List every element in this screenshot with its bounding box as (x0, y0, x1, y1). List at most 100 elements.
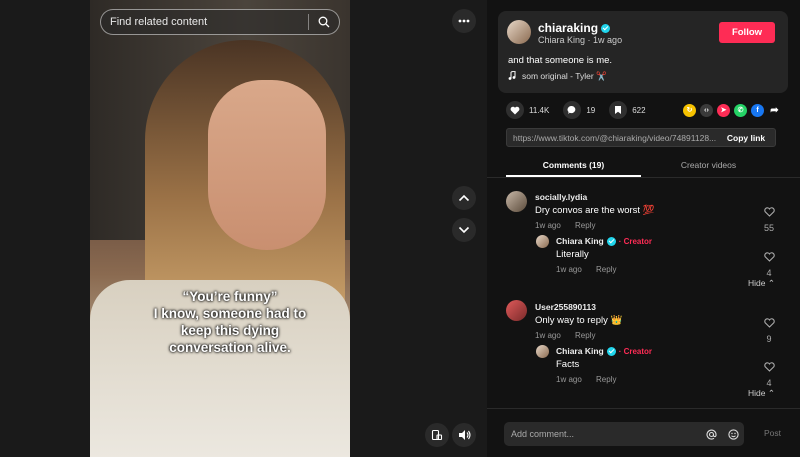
reply-author-row[interactable]: Chiara King · Creator (556, 236, 652, 246)
hide-replies-button[interactable]: Hide ⌃ (748, 278, 775, 289)
reply-author-avatar[interactable] (536, 345, 549, 358)
like-action[interactable]: 11.4K (506, 101, 549, 119)
panel-tabs: Comments (19) Creator videos (506, 155, 776, 177)
comment-text: Dry convos are the worst 💯 (535, 205, 655, 216)
repost-icon[interactable]: ↻ (683, 103, 696, 117)
author-avatar[interactable] (507, 20, 531, 44)
author-display-name: Chiara King (538, 35, 586, 45)
reply-button[interactable]: Reply (575, 331, 595, 340)
reply-text: Literally (556, 249, 589, 260)
next-video-chevron-down-icon[interactable] (452, 218, 476, 242)
reply-text: Facts (556, 359, 580, 370)
comment-like-count: 55 (763, 223, 774, 233)
heart-outline-icon[interactable] (763, 252, 775, 262)
author-subline: Chiara King · 1w ago (538, 35, 622, 45)
reply-author-name[interactable]: Chiara King (556, 346, 604, 356)
music-row[interactable]: som original - Tyler ✂️ (508, 70, 607, 82)
reply-button[interactable]: Reply (596, 375, 616, 384)
previous-video-chevron-up-icon[interactable] (452, 186, 476, 210)
comment-like-count: 9 (766, 334, 772, 344)
comment-input[interactable] (504, 429, 700, 439)
save-action[interactable]: 622 (609, 101, 646, 119)
emoji-icon[interactable] (722, 428, 744, 440)
comment-time: 1w ago (535, 331, 561, 340)
whatsapp-icon[interactable]: ✆ (734, 103, 747, 117)
commenter-avatar[interactable] (506, 300, 527, 321)
verified-badge-icon (601, 23, 611, 33)
mention-icon[interactable] (700, 429, 722, 440)
tab-comments[interactable]: Comments (19) (506, 155, 641, 177)
reply-author-avatar[interactable] (536, 235, 549, 248)
commenter-avatar[interactable] (506, 191, 527, 212)
comment-item: User255890113 Only way to reply 👑 1w ago… (535, 302, 622, 340)
creator-badge: · Creator (618, 236, 653, 246)
author-username[interactable]: chiaraking (538, 21, 598, 35)
heart-outline-icon[interactable] (763, 318, 775, 328)
tiktok-video-page: “You’re funny” I know, someone had to ke… (0, 0, 800, 457)
music-note-icon (508, 70, 516, 82)
reply-meta: 1w ago Reply (556, 375, 652, 384)
comment-time: 1w ago (535, 221, 561, 230)
video-caption: “You’re funny” I know, someone had to ke… (120, 288, 340, 356)
heart-outline-icon[interactable] (763, 207, 775, 217)
related-search-bar[interactable]: Find related content (100, 9, 340, 35)
hide-label[interactable]: Hide (748, 388, 765, 398)
search-icon[interactable] (309, 9, 339, 35)
reply-author-row[interactable]: Chiara King · Creator (556, 346, 652, 356)
comment-text: Only way to reply 👑 (535, 315, 623, 326)
reply-time: 1w ago (556, 265, 582, 274)
video-description: and that someone is me. (508, 55, 613, 66)
post-button[interactable]: Post (764, 428, 781, 438)
commenter-name[interactable]: socially.lydia (535, 192, 655, 202)
author-card: chiaraking Chiara King · 1w ago Follow a… (498, 11, 788, 93)
composer-divider (487, 408, 800, 409)
comment-composer (504, 422, 744, 446)
chevron-up-icon[interactable]: ⌃ (768, 278, 775, 288)
facebook-icon[interactable]: f (751, 103, 764, 117)
hide-label[interactable]: Hide (748, 278, 765, 288)
creator-badge: · Creator (618, 346, 653, 356)
verified-badge-icon (606, 236, 616, 246)
reply-like[interactable]: 4 (759, 249, 779, 278)
like-count: 11.4K (529, 105, 550, 115)
reply-item: Chiara King · Creator Literally 1w ago R… (556, 236, 652, 274)
action-bar: 11.4K 19 622 ↻ ‹› ➤ ✆ f ➦ (506, 100, 781, 120)
more-options-icon[interactable] (452, 9, 476, 33)
search-placeholder[interactable]: Find related content (101, 16, 308, 28)
reply-button[interactable]: Reply (575, 221, 595, 230)
volume-icon[interactable] (452, 423, 476, 447)
music-title[interactable]: som original - Tyler ✂️ (522, 71, 607, 82)
comment-like[interactable]: 9 (759, 315, 779, 344)
heart-icon[interactable] (506, 101, 524, 119)
comment-bubble-icon[interactable] (563, 101, 582, 119)
reply-like-count: 4 (766, 268, 772, 278)
send-to-friends-icon[interactable]: ➤ (717, 103, 730, 117)
tab-creator-videos[interactable]: Creator videos (641, 155, 776, 177)
comment-like[interactable]: 55 (759, 204, 779, 233)
commenter-name[interactable]: User255890113 (535, 302, 622, 312)
video-url[interactable]: https://www.tiktok.com/@chiaraking/video… (507, 133, 717, 143)
chevron-up-icon[interactable]: ⌃ (768, 388, 775, 398)
video-link-box: https://www.tiktok.com/@chiaraking/video… (506, 128, 776, 147)
author-username-row[interactable]: chiaraking (538, 21, 611, 35)
post-time: 1w ago (593, 35, 623, 45)
reply-item: Chiara King · Creator Facts 1w ago Reply (556, 346, 652, 384)
embed-icon[interactable]: ‹› (700, 103, 713, 117)
caption-line: keep this dying (180, 323, 280, 338)
reply-like[interactable]: 4 (759, 359, 779, 388)
hide-replies-button[interactable]: Hide ⌃ (748, 388, 775, 399)
bookmark-icon[interactable] (609, 101, 628, 119)
video-subject-face (208, 80, 326, 250)
save-count: 622 (632, 105, 646, 115)
video-player[interactable]: “You’re funny” I know, someone had to ke… (90, 0, 350, 457)
heart-outline-icon[interactable] (763, 362, 775, 372)
copy-link-button[interactable]: Copy link (717, 129, 775, 146)
reply-author-name[interactable]: Chiara King (556, 236, 604, 246)
reply-time: 1w ago (556, 375, 582, 384)
share-arrow-icon[interactable]: ➦ (768, 104, 781, 117)
follow-button[interactable]: Follow (719, 22, 775, 43)
picture-in-picture-icon[interactable] (425, 423, 449, 447)
comment-meta: 1w ago Reply (535, 331, 622, 340)
reply-button[interactable]: Reply (596, 265, 616, 274)
comment-action[interactable]: 19 (563, 101, 595, 119)
